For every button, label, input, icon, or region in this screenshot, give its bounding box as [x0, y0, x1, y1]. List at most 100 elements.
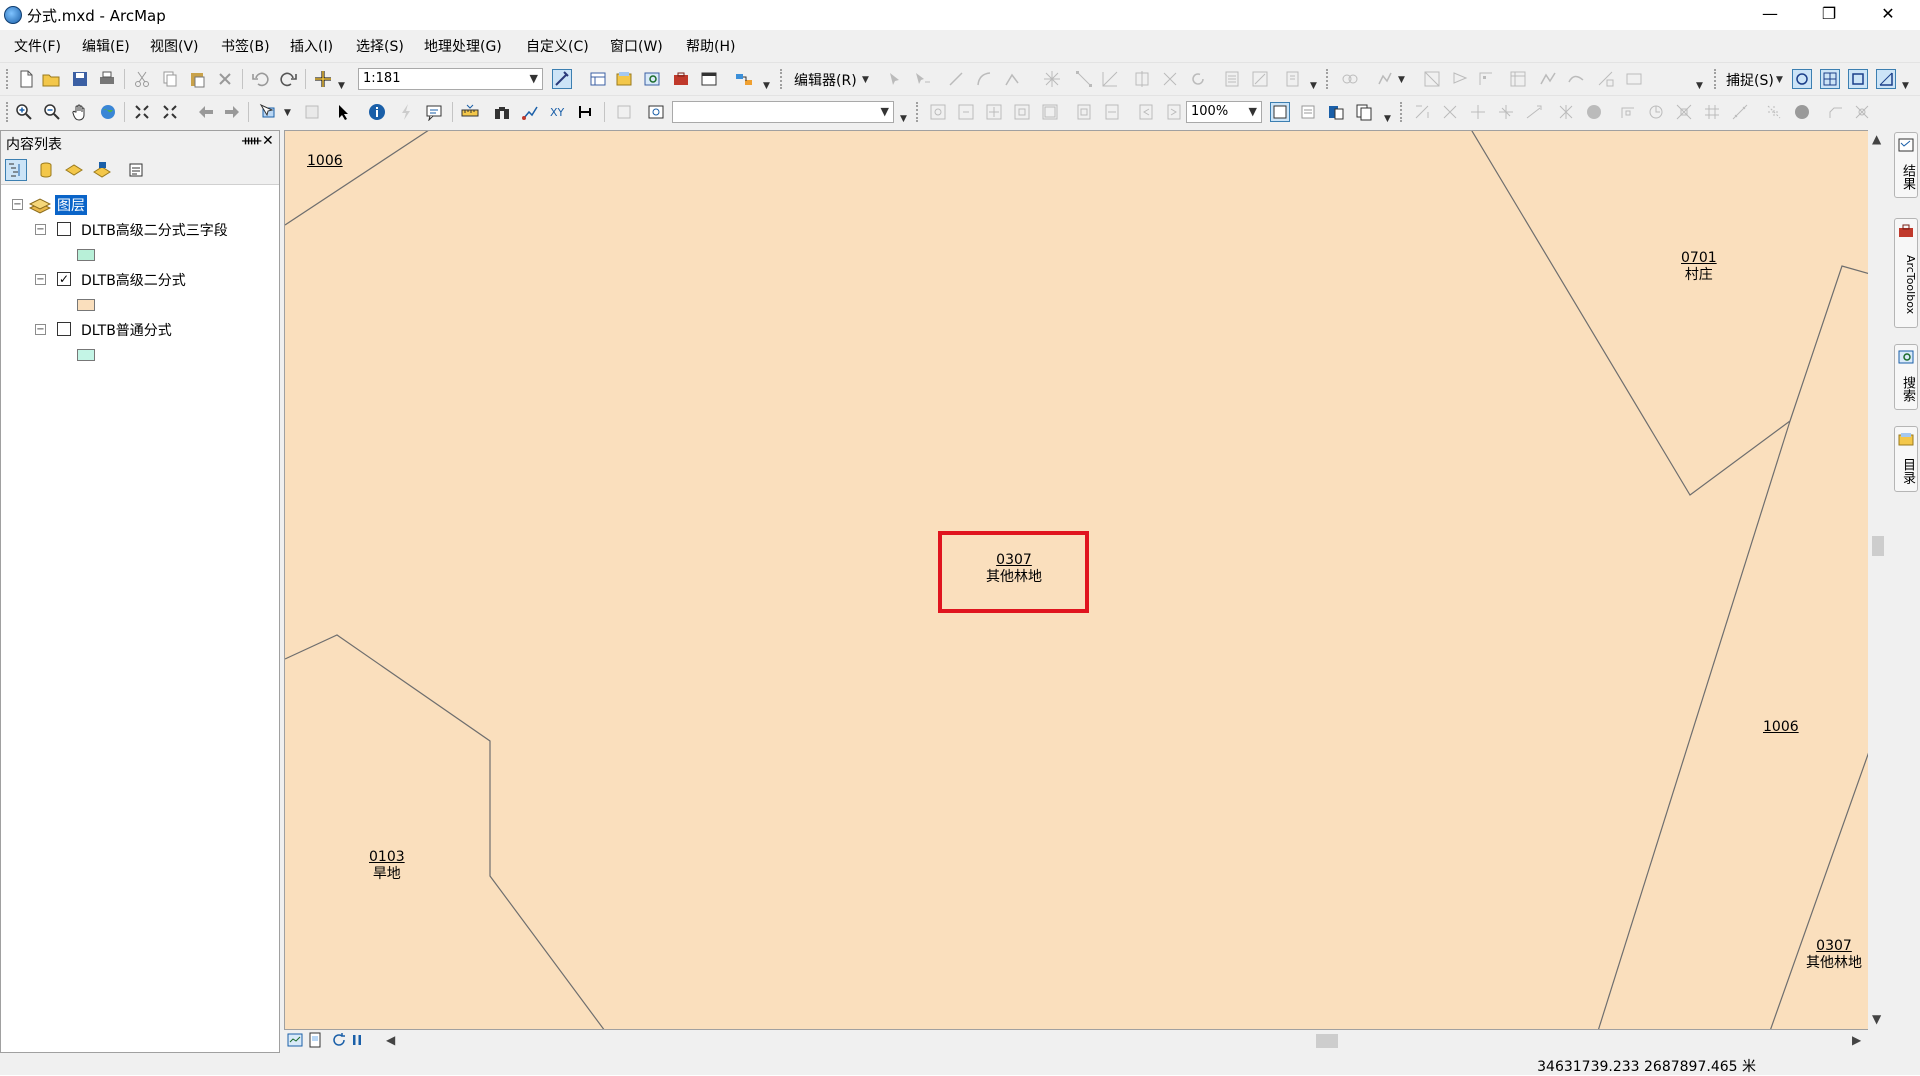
fixed-zoom-in-icon[interactable]	[132, 102, 152, 122]
print-icon[interactable]	[97, 69, 117, 89]
select-features-icon[interactable]	[258, 102, 278, 122]
point-snapping-icon[interactable]	[1792, 69, 1812, 89]
next-extent-icon[interactable]	[1164, 102, 1184, 122]
zoom-whole-page-icon[interactable]	[1074, 102, 1094, 122]
rotate-tool-icon[interactable]	[1188, 69, 1208, 89]
layer-1-symbol-swatch[interactable]	[77, 249, 95, 261]
layer-2-symbol-swatch[interactable]	[77, 299, 95, 311]
straight-segment-icon[interactable]	[946, 69, 966, 89]
undo-icon[interactable]	[250, 69, 270, 89]
data-driven-pages-icon[interactable]	[1354, 102, 1374, 122]
sketch-properties-icon[interactable]	[1250, 69, 1270, 89]
vertical-scroll-thumb[interactable]	[1872, 536, 1884, 556]
list-by-selection-icon[interactable]	[91, 159, 113, 181]
layer-2-visibility-checkbox[interactable]: ✓	[57, 272, 71, 286]
full-extent-globe-icon[interactable]	[98, 102, 118, 122]
html-popup-icon[interactable]	[424, 102, 444, 122]
cut-polygons-icon[interactable]	[1132, 69, 1152, 89]
new-document-icon[interactable]	[16, 69, 36, 89]
close-icon[interactable]: ✕	[262, 133, 274, 149]
toolbar-grip[interactable]	[780, 69, 784, 89]
layer-3-visibility-checkbox[interactable]	[57, 322, 71, 336]
list-by-source-icon[interactable]	[35, 159, 57, 181]
pin-icon[interactable]: ᚔ	[242, 133, 261, 149]
python-window-icon[interactable]	[699, 69, 719, 89]
transform-options-icon[interactable]	[1674, 102, 1694, 122]
toolbar-overflow-icon[interactable]: ▼	[1310, 81, 1317, 91]
map-canvas[interactable]: 1006 0701 村庄 0307 其他林地 1006 0103 旱地 0307…	[284, 130, 1876, 1030]
edit-annotation-icon[interactable]	[912, 69, 932, 89]
georeference-scale-icon[interactable]	[1496, 102, 1516, 122]
search-tab[interactable]: 搜索	[1894, 344, 1918, 410]
toolbar-overflow-icon[interactable]: ▼	[900, 114, 907, 124]
fix-topology-icon[interactable]	[1450, 69, 1470, 89]
shared-edges-icon[interactable]	[1476, 69, 1496, 89]
scroll-down-icon[interactable]: ▼	[1872, 1012, 1881, 1026]
minimize-button[interactable]: —	[1742, 0, 1798, 30]
create-viewer-window-icon[interactable]	[614, 102, 634, 122]
pause-drawing-icon[interactable]	[348, 1031, 366, 1049]
edit-tool-icon[interactable]	[884, 69, 904, 89]
layout-zoom-out-icon[interactable]	[956, 102, 976, 122]
raster-cleanup-sphere-icon[interactable]	[1792, 102, 1812, 122]
focus-data-frame-icon[interactable]	[1298, 102, 1318, 122]
vertex-snapping-icon[interactable]	[1848, 69, 1868, 89]
georeference-shift-icon[interactable]	[1468, 102, 1488, 122]
menu-file[interactable]: 文件(F)	[14, 36, 61, 56]
show-shared-features-icon[interactable]	[1624, 69, 1644, 89]
layer-search-combo[interactable]: ▼	[672, 101, 894, 123]
toolbar-overflow-icon[interactable]: ▼	[1384, 114, 1391, 124]
editor-toolbar-toggle-icon[interactable]	[552, 69, 572, 89]
link-table-icon[interactable]	[1730, 102, 1750, 122]
grid-toolbar-icon[interactable]	[1702, 102, 1722, 122]
toolbar-grip[interactable]	[1400, 102, 1404, 122]
add-data-dropdown-icon[interactable]: ▼	[338, 81, 345, 91]
georeference-fit-icon[interactable]	[1412, 102, 1432, 122]
parcel-label-0701[interactable]: 0701 村庄	[1681, 250, 1717, 284]
arctoolbox-window-icon[interactable]	[671, 69, 691, 89]
collapse-layer-2-icon[interactable]: −	[35, 274, 46, 285]
collapse-layers-icon[interactable]: −	[12, 199, 23, 210]
update-georeferencing-icon[interactable]	[1646, 102, 1666, 122]
list-by-drawing-order-icon[interactable]	[5, 159, 27, 181]
add-control-points-icon[interactable]	[1524, 102, 1544, 122]
topology-icon[interactable]	[1340, 69, 1360, 89]
redo-icon[interactable]	[279, 69, 299, 89]
topology-edit-icon[interactable]	[1375, 69, 1395, 89]
collapse-layer-1-icon[interactable]: −	[35, 224, 46, 235]
select-elements-arrow-icon[interactable]	[334, 102, 354, 122]
rectify-sphere-icon[interactable]	[1584, 102, 1604, 122]
clear-selection-icon[interactable]	[302, 102, 322, 122]
table-of-contents-icon[interactable]	[588, 69, 608, 89]
menu-insert[interactable]: 插入(I)	[290, 36, 333, 56]
point-tool-icon[interactable]	[1042, 69, 1062, 89]
catalog-window-icon[interactable]	[614, 69, 634, 89]
topology-dropdown-icon[interactable]: ▼	[1398, 75, 1405, 85]
zoom-in-icon[interactable]	[14, 102, 34, 122]
end-snapping-icon[interactable]	[1820, 69, 1840, 89]
parcel-label-1006-topleft[interactable]: 1006	[307, 153, 343, 170]
time-slider-icon[interactable]	[576, 102, 596, 122]
end-point-arc-icon[interactable]	[974, 69, 994, 89]
refresh-view-icon[interactable]	[330, 1031, 348, 1049]
vectorize-icon[interactable]	[1764, 102, 1784, 122]
layer-3-name[interactable]: DLTB普通分式	[81, 320, 172, 340]
reshape-feature-icon[interactable]	[1100, 69, 1120, 89]
pan-hand-icon[interactable]	[70, 102, 90, 122]
editor-dropdown-icon[interactable]: ▼	[862, 75, 869, 85]
raster-erase-icon[interactable]	[1852, 102, 1872, 122]
scroll-right-icon[interactable]: ▶	[1852, 1033, 1861, 1047]
results-tab[interactable]: 结果	[1894, 132, 1918, 198]
toolbar-grip[interactable]	[6, 102, 10, 122]
menu-customize[interactable]: 自定义(C)	[526, 36, 589, 56]
parcel-label-0103[interactable]: 0103 旱地	[369, 849, 405, 883]
parcel-label-0307-center[interactable]: 0307 其他林地	[974, 552, 1054, 586]
split-tool-icon[interactable]	[1160, 69, 1180, 89]
zoom-out-icon[interactable]	[42, 102, 62, 122]
scroll-up-icon[interactable]: ▲	[1872, 132, 1881, 146]
select-dropdown-icon[interactable]: ▼	[284, 108, 291, 118]
snapping-menu[interactable]: 捕捉(S)	[1726, 70, 1774, 90]
layout-fixed-zoom-out-icon[interactable]	[1040, 102, 1060, 122]
layout-view-icon[interactable]	[306, 1031, 324, 1049]
toolbar-overflow-icon[interactable]: ▼	[1696, 81, 1703, 91]
